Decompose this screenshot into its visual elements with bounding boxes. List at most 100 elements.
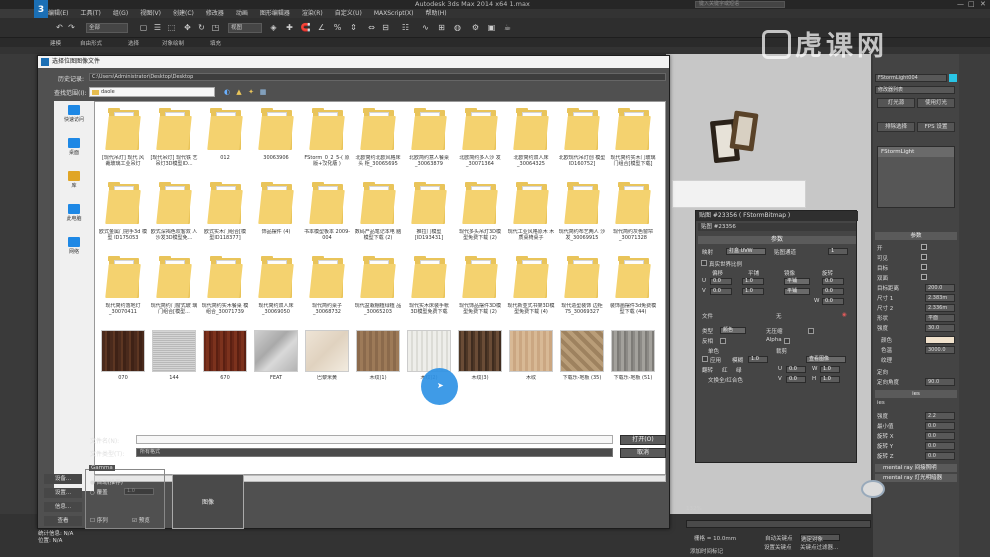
ies-param-input[interactable]: 2.2 [925,412,955,420]
gamma-override-radio[interactable]: ○ 覆盖 [90,488,108,496]
ies-rollout[interactable]: ies [875,390,957,398]
ribbon-tab-selection[interactable]: 选择 [128,39,139,47]
folder-item[interactable]: 现代简约落地灯 _30070411 [99,256,147,315]
pivot-icon[interactable]: ◈ [268,22,279,33]
ies-param-input[interactable]: 0.0 [925,452,955,460]
curve-editor-icon[interactable]: ∿ [420,22,431,33]
view-menu-icon[interactable]: ▦ [259,88,267,96]
snap-icon[interactable]: 🧲 [300,22,311,33]
light-param-checkbox[interactable] [921,254,927,260]
up-folder-icon[interactable]: ▲ [235,88,243,96]
folder-item[interactable]: [现代吊灯] 现代铁 艺吊灯3D模型ID... [150,108,198,167]
folder-item[interactable]: 饰品摆件 (4) [252,182,300,235]
filetype-dropdown[interactable]: 所有格式 [136,448,613,457]
ribbon-tab-freeform[interactable]: 自由形式 [80,39,102,47]
offset-u-input[interactable]: 0.0 [710,278,732,285]
light-param-input[interactable]: 2.336m [925,304,955,312]
texture-file-item[interactable]: 下载乐-地板 (35) [558,330,606,381]
folder-item[interactable]: 现代简约灰色窗帘 _30071328 [609,182,657,241]
params-rollout[interactable]: 参数 [698,236,856,244]
folder-item[interactable]: 现代简约门窗式玻 璃门组合[模型... [150,256,198,315]
texture-file-item[interactable]: 下载乐-地板 (51) [609,330,657,381]
select-object-icon[interactable]: ▢ [138,22,149,33]
object-color-swatch[interactable] [949,74,957,82]
folder-item[interactable]: 欧式深褐色欢客双 人沙发3D模型免... [150,182,198,241]
light-param-input[interactable]: 平面 [925,314,955,322]
angle-v-input[interactable]: 0.0 [822,288,844,295]
folder-item[interactable]: 012 [201,108,249,161]
render-frame-icon[interactable]: ▣ [486,22,497,33]
folder-item[interactable]: 现代简约实木餐桌 模组合_30071739 [201,256,249,315]
back-icon[interactable]: ◐ [223,88,231,96]
ies-file-label[interactable]: ies [877,400,885,408]
folder-item[interactable]: 现代简约布艺两人 沙发_30069915 [558,182,606,241]
new-folder-icon[interactable]: ✦ [247,88,255,96]
open-button[interactable]: 打开(O) [620,435,666,445]
gamma-auto-radio[interactable]: ● 自动(推荐) [90,478,123,486]
file-list[interactable]: [现代吊灯] 现代 风 裁玻璃工业吊灯 [现代吊灯] 现代铁 艺吊灯3D模型ID… [94,101,666,475]
history-dropdown[interactable]: C:\Users\Administrator\Desktop\Desktop [89,73,666,81]
folder-item[interactable]: [现代吊灯] 现代 风 裁玻璃工业吊灯 [99,108,147,167]
folder-item[interactable]: 现代盆栽棚植绿植 品_30065203 [354,256,402,315]
menu-item[interactable]: 自定义(U) [335,9,362,18]
menu-item[interactable]: 工具(T) [80,9,100,18]
menu-item[interactable]: 帮助(H) [425,9,446,18]
lookin-dropdown[interactable]: daole [89,87,215,97]
cancel-button[interactable]: 取消 [620,448,666,458]
realworld-checkbox[interactable] [701,260,707,266]
schematic-icon[interactable]: ⊞ [436,22,447,33]
menu-item[interactable]: 组(G) [113,9,128,18]
folder-item[interactable]: 现代简约实木门玻璃 门组合[模型下载] [609,108,657,167]
search-input[interactable]: 键入关键字或短语 [695,1,785,8]
menu-item[interactable]: 修改器 [206,9,224,18]
modifier-list-dropdown[interactable]: 修改器列表 [875,86,955,94]
object-name-field[interactable]: FStormLight004 [875,74,947,82]
place-item[interactable]: 桌面 [56,138,92,168]
ribbon-tab-populate[interactable]: 填充 [210,39,221,47]
offset-v-input[interactable]: 0.0 [710,288,732,295]
render-icon[interactable]: ☕ [502,22,513,33]
texture-file-item[interactable]: 巴黎米黄 [303,330,351,381]
rect-select-icon[interactable]: ⬚ [166,22,177,33]
place-item[interactable]: 网络 [56,237,92,267]
filename-input[interactable] [136,435,613,444]
exclude-select-button[interactable]: 排除选择 [877,122,915,132]
noblur-checkbox[interactable] [808,328,814,334]
texture-file-item[interactable]: 144 [150,330,198,381]
folder-item[interactable]: 数码产品笔记本电 脑模型下载 (2) [354,182,402,241]
temperature-input[interactable]: 3000.0 [925,346,955,354]
mentalray-gi-rollout[interactable]: mental ray 间接照明 [875,464,957,472]
selected-dropdown[interactable]: 选定对象 [800,534,840,543]
devices-button[interactable]: 设备... [44,474,82,484]
texture-file-item[interactable]: 070 [99,330,147,381]
light-param-checkbox[interactable] [921,274,927,280]
texture-file-item[interactable]: 木纹(3) [456,330,504,381]
crop-h-input[interactable]: 1.0 [820,376,840,383]
folder-item[interactable]: 北欧简约北欧风格床头 柜_30065695 [354,108,402,167]
menu-item[interactable]: 渲染(R) [302,9,323,18]
reload-icon[interactable]: ◉ [842,312,847,318]
place-item[interactable]: 快速访问 [56,105,92,135]
select-manipulate-icon[interactable]: ✚ [284,22,295,33]
scale-icon[interactable]: ◳ [210,22,221,33]
stack-item[interactable]: FStormLight [878,147,954,157]
material-editor-icon[interactable]: ◍ [452,22,463,33]
directional-angle-input[interactable]: 90.0 [925,378,955,386]
mentalray-shader-rollout[interactable]: mental ray 灯光明暗器 [875,474,957,482]
ies-param-input[interactable]: 0.0 [925,422,955,430]
texture-file-item[interactable]: 木纹(1) [354,330,402,381]
folder-item[interactable]: 欧式金属门把手3d 模型 ID175053 [99,182,147,241]
crop-v-input[interactable]: 0.0 [786,376,806,383]
intensity-input[interactable]: 30.0 [925,324,955,332]
use-light-button[interactable]: 使用灯光 [917,98,955,108]
folder-item[interactable]: 书本模型板本 2009-004 [303,182,351,241]
inverse-checkbox[interactable] [720,338,726,344]
key-filter-button[interactable]: 关键点过滤器... [800,543,838,551]
map-channel-input[interactable]: 1 [828,248,848,255]
folder-item[interactable]: 装饰画摆件3d免费模 型下载 (44) [609,256,657,315]
folder-item[interactable]: 北欧现代吊灯创 模型ID160752] [558,108,606,167]
maximize-icon[interactable]: □ [968,0,975,8]
folder-item[interactable]: 现代新亚式书架3D模 型免费下载 (4) [507,256,555,315]
spinner-snap-icon[interactable]: ⇕ [348,22,359,33]
light-source-button[interactable]: 灯光源 [877,98,915,108]
